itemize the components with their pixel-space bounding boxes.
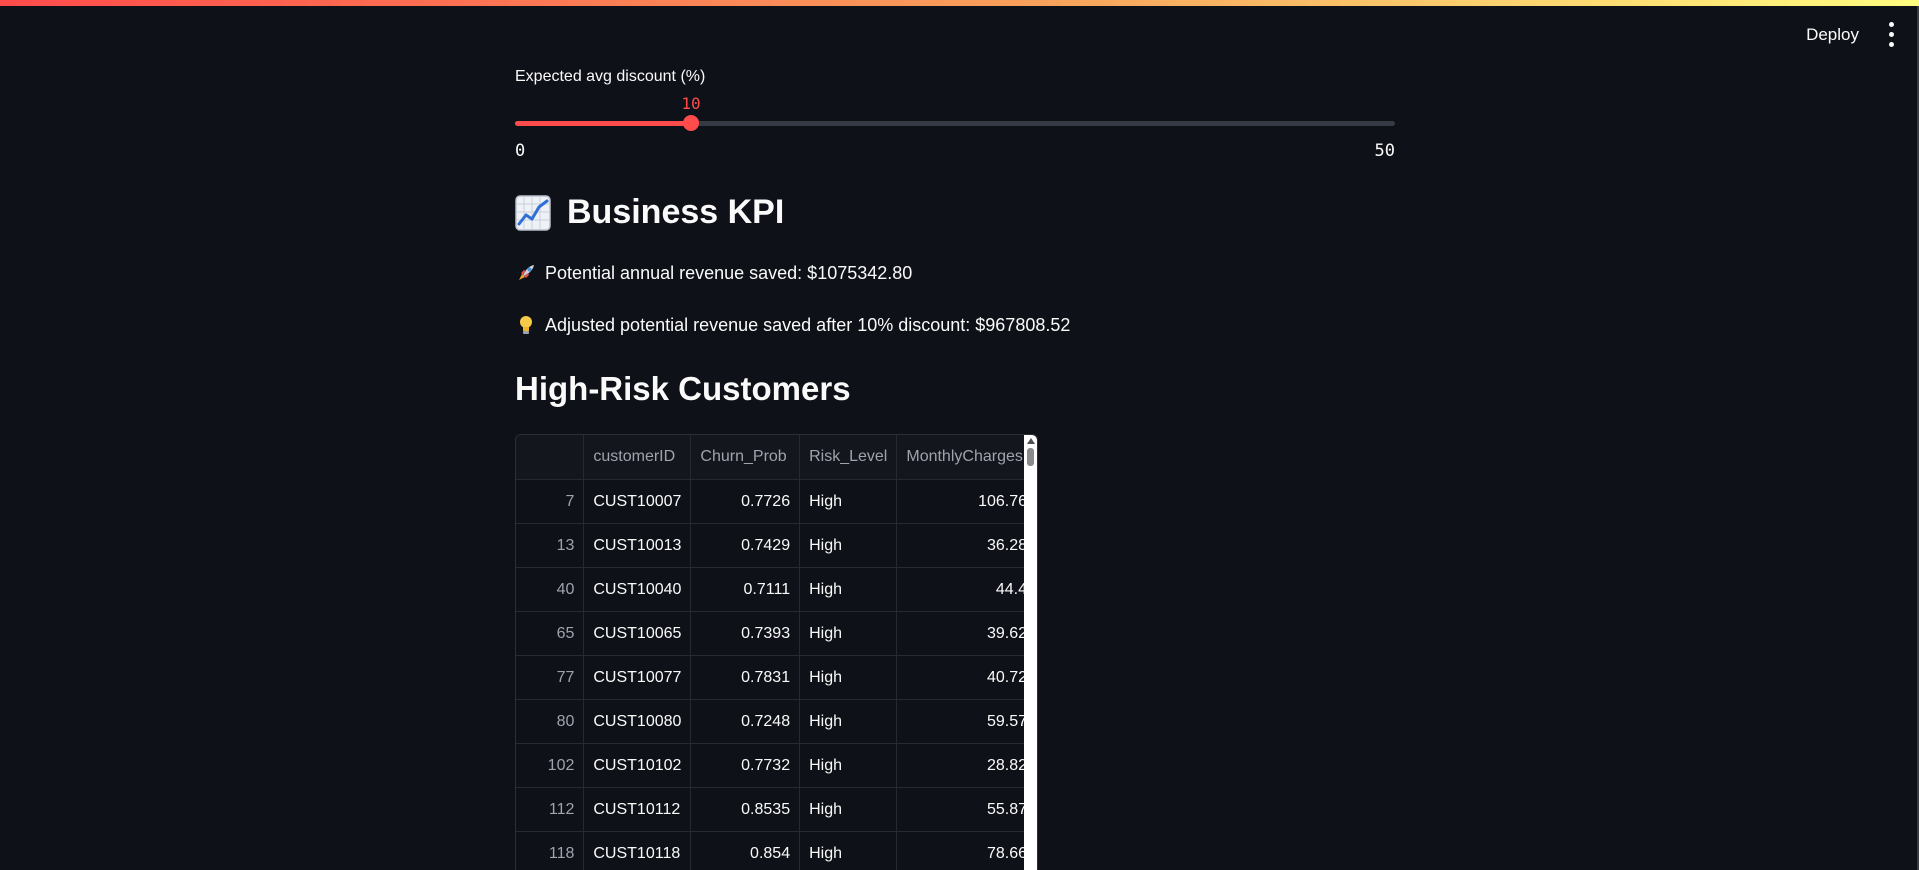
deploy-button[interactable]: Deploy [1806, 25, 1859, 45]
monthly-charges-cell[interactable]: 28.82 [896, 743, 1037, 788]
discount-slider-min: 0 [515, 141, 526, 161]
kebab-menu-icon[interactable] [1881, 20, 1901, 50]
top-toolbar: Deploy [1806, 20, 1919, 50]
monthly-charges-cell[interactable]: 78.66 [896, 831, 1037, 870]
customer-id-cell[interactable]: CUST10102 [583, 743, 692, 788]
row-index: 65 [516, 611, 585, 656]
table-row[interactable]: 65 CUST10065 0.7393 High 39.62 [516, 611, 1037, 656]
table-row[interactable]: 77 CUST10077 0.7831 High 40.72 [516, 655, 1037, 700]
scroll-up-arrow-icon[interactable] [1027, 438, 1035, 444]
table-vertical-scrollbar[interactable] [1024, 435, 1037, 870]
high-risk-title: High-Risk Customers [515, 370, 851, 407]
column-header-monthly-charges[interactable]: MonthlyCharges [896, 435, 1037, 480]
churn-prob-cell[interactable]: 0.7248 [690, 699, 801, 744]
revenue-saved-line: Potential annual revenue saved: $1075342… [515, 262, 912, 284]
rocket-icon [519, 265, 534, 280]
column-header-risk-level[interactable]: Risk_Level [799, 435, 898, 480]
churn-prob-cell[interactable]: 0.8535 [690, 787, 801, 832]
discount-slider-fill [515, 121, 691, 126]
column-header-customerid[interactable]: customerID [583, 435, 692, 480]
monthly-charges-cell[interactable]: 59.57 [896, 699, 1037, 744]
risk-level-cell[interactable]: High [799, 523, 898, 568]
kpi-header: Business KPI [515, 193, 784, 232]
table-row[interactable]: 7 CUST10007 0.7726 High 106.76 [516, 479, 1037, 524]
row-index: 7 [516, 479, 585, 524]
customer-id-cell[interactable]: CUST10077 [583, 655, 692, 700]
risk-level-cell[interactable]: High [799, 611, 898, 656]
customer-id-cell[interactable]: CUST10080 [583, 699, 692, 744]
table-row[interactable]: 40 CUST10040 0.7111 High 44.4 [516, 567, 1037, 612]
monthly-charges-cell[interactable]: 55.87 [896, 787, 1037, 832]
discount-slider-max: 50 [1374, 141, 1395, 161]
row-index: 102 [516, 743, 585, 788]
risk-level-cell[interactable]: High [799, 655, 898, 700]
risk-level-cell[interactable]: High [799, 479, 898, 524]
monthly-charges-cell[interactable]: 36.28 [896, 523, 1037, 568]
customer-id-cell[interactable]: CUST10118 [583, 831, 692, 870]
risk-level-cell[interactable]: High [799, 567, 898, 612]
row-index: 13 [516, 523, 585, 568]
row-index: 112 [516, 787, 585, 832]
top-decoration-bar [0, 0, 1919, 6]
discount-slider-label: Expected avg discount (%) [515, 68, 706, 85]
monthly-charges-cell[interactable]: 40.72 [896, 655, 1037, 700]
scrollbar-thumb[interactable] [1027, 448, 1034, 466]
table-row[interactable]: 102 CUST10102 0.7732 High 28.82 [516, 743, 1037, 788]
customer-id-cell[interactable]: CUST10040 [583, 567, 692, 612]
churn-prob-cell[interactable]: 0.854 [690, 831, 801, 870]
app-page: Deploy Expected avg discount (%) 10 0 50 [0, 0, 1919, 870]
table-row[interactable]: 118 CUST10118 0.854 High 78.66 [516, 831, 1037, 870]
column-header-index[interactable] [516, 435, 585, 480]
customer-id-cell[interactable]: CUST10112 [583, 787, 692, 832]
table-row[interactable]: 13 CUST10013 0.7429 High 36.28 [516, 523, 1037, 568]
adjusted-revenue-line: Adjusted potential revenue saved after 1… [515, 314, 1070, 336]
risk-level-cell[interactable]: High [799, 743, 898, 788]
discount-slider-track[interactable] [515, 115, 1395, 131]
row-index: 118 [516, 831, 585, 870]
churn-prob-cell[interactable]: 0.7393 [690, 611, 801, 656]
monthly-charges-cell[interactable]: 106.76 [896, 479, 1037, 524]
kpi-title: Business KPI [567, 193, 785, 231]
revenue-saved-text: Potential annual revenue saved: $1075342… [545, 262, 913, 283]
monthly-charges-cell[interactable]: 44.4 [896, 567, 1037, 612]
churn-prob-cell[interactable]: 0.7831 [690, 655, 801, 700]
table-row[interactable]: 80 CUST10080 0.7248 High 59.57 [516, 699, 1037, 744]
row-index: 80 [516, 699, 585, 744]
table-header-row: customerID Churn_Prob Risk_Level Monthly… [516, 435, 1037, 480]
churn-prob-cell[interactable]: 0.7429 [690, 523, 801, 568]
chart-increasing-icon [515, 194, 551, 231]
churn-prob-cell[interactable]: 0.7111 [690, 567, 801, 612]
customer-id-cell[interactable]: CUST10007 [583, 479, 692, 524]
churn-prob-cell[interactable]: 0.7726 [690, 479, 801, 524]
table-row[interactable]: 112 CUST10112 0.8535 High 55.87 [516, 787, 1037, 832]
churn-prob-cell[interactable]: 0.7732 [690, 743, 801, 788]
monthly-charges-cell[interactable]: 39.62 [896, 611, 1037, 656]
customer-id-cell[interactable]: CUST10013 [583, 523, 692, 568]
row-index: 40 [516, 567, 585, 612]
discount-slider-thumb[interactable] [683, 115, 699, 131]
column-header-churn-prob[interactable]: Churn_Prob [690, 435, 801, 480]
risk-level-cell[interactable]: High [799, 831, 898, 870]
risk-level-cell[interactable]: High [799, 699, 898, 744]
risk-level-cell[interactable]: High [799, 787, 898, 832]
discount-slider-value: 10 [681, 94, 701, 113]
customer-id-cell[interactable]: CUST10065 [583, 611, 692, 656]
adjusted-revenue-text: Adjusted potential revenue saved after 1… [545, 314, 1071, 335]
high-risk-table[interactable]: customerID Churn_Prob Risk_Level Monthly… [515, 434, 1038, 870]
row-index: 77 [516, 655, 585, 700]
light-bulb-icon [520, 316, 532, 334]
